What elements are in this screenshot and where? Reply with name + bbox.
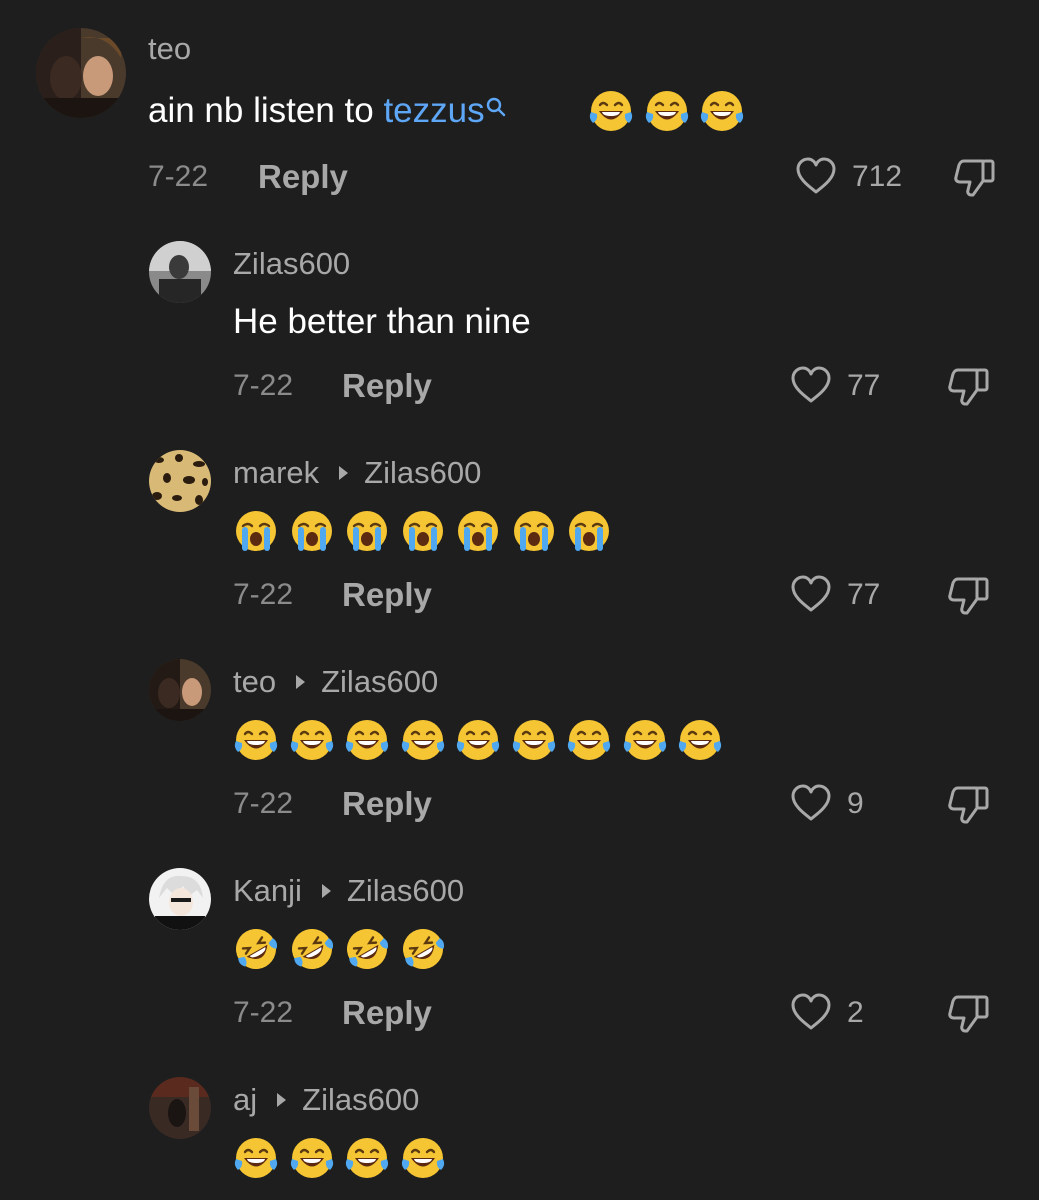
like-count: 9 [847, 787, 864, 820]
joy-emoji-icon [622, 717, 668, 763]
joy-emoji-icon [566, 717, 612, 763]
sob-emoji-icon [344, 508, 390, 554]
thumbs-down-outline-icon[interactable] [946, 989, 992, 1035]
joy-emoji-icon [289, 1135, 335, 1181]
comment-text: He better than nine [233, 302, 531, 341]
comment-author[interactable]: aj [233, 1082, 257, 1117]
joy-emoji-icon [644, 88, 690, 134]
comment-date: 7-22 [148, 160, 209, 193]
sob-emoji-icon [289, 508, 335, 554]
rofl-emoji-icon [233, 926, 279, 972]
sob-emoji-icon [233, 508, 279, 554]
comment-author[interactable]: marek [233, 455, 319, 490]
avatar[interactable] [149, 450, 211, 512]
triangle-right-icon [296, 675, 306, 690]
like-count: 77 [847, 578, 881, 611]
emoji-row [233, 508, 622, 554]
heart-outline-icon[interactable] [788, 362, 834, 408]
thumbs-down-outline-icon[interactable] [946, 780, 992, 826]
heart-outline-icon[interactable] [788, 571, 834, 617]
triangle-right-icon [277, 1093, 287, 1108]
emoji-row [233, 717, 733, 763]
joy-emoji-icon [511, 717, 557, 763]
joy-emoji-icon [289, 717, 335, 763]
avatar[interactable] [149, 1077, 211, 1139]
like-count: 77 [847, 369, 881, 402]
like-count: 712 [852, 160, 903, 193]
comment-author[interactable]: Zilas600 [233, 248, 350, 279]
heart-outline-icon[interactable] [793, 153, 839, 199]
reply-to-user[interactable]: Zilas600 [321, 664, 438, 699]
joy-emoji-icon [677, 717, 723, 763]
sob-emoji-icon [511, 508, 557, 554]
comment-date: 7-22 [233, 369, 294, 402]
mention-link[interactable]: tezzus [383, 91, 484, 130]
comment-header: marek Zilas600 [233, 457, 481, 488]
reply-to-user[interactable]: Zilas600 [347, 873, 464, 908]
avatar[interactable] [149, 241, 211, 303]
avatar[interactable] [36, 28, 126, 118]
reply-to-user[interactable]: Zilas600 [302, 1082, 419, 1117]
joy-emoji-icon [233, 1135, 279, 1181]
reply-to-user[interactable]: Zilas600 [364, 455, 481, 490]
reply-button[interactable]: Reply [342, 787, 432, 820]
avatar[interactable] [149, 659, 211, 721]
sob-emoji-icon [455, 508, 501, 554]
search-icon[interactable] [485, 89, 507, 124]
reply-button[interactable]: Reply [342, 369, 432, 402]
avatar[interactable] [149, 868, 211, 930]
comment-header: Kanji Zilas600 [233, 875, 464, 906]
joy-emoji-icon [400, 717, 446, 763]
comment-date: 7-22 [233, 578, 294, 611]
like-count: 2 [847, 996, 864, 1029]
joy-emoji-icon [699, 88, 745, 134]
reply-button[interactable]: Reply [342, 578, 432, 611]
rofl-emoji-icon [289, 926, 335, 972]
reply-button[interactable]: Reply [258, 160, 348, 193]
comment-date: 7-22 [233, 996, 294, 1029]
thumbs-down-outline-icon[interactable] [946, 571, 992, 617]
comment-text-prefix: ain nb listen to [148, 91, 384, 130]
joy-emoji-icon [344, 717, 390, 763]
thumbs-down-outline-icon[interactable] [946, 362, 992, 408]
sob-emoji-icon [400, 508, 446, 554]
comment-date: 7-22 [233, 787, 294, 820]
thumbs-down-outline-icon[interactable] [952, 153, 998, 199]
comment-author[interactable]: teo [148, 33, 191, 64]
heart-outline-icon[interactable] [788, 989, 834, 1035]
emoji-row [233, 1135, 455, 1181]
comment-author[interactable]: Kanji [233, 873, 302, 908]
joy-emoji-icon [455, 717, 501, 763]
rofl-emoji-icon [400, 926, 446, 972]
joy-emoji-icon [588, 88, 634, 134]
heart-outline-icon[interactable] [788, 780, 834, 826]
joy-emoji-icon [344, 1135, 390, 1181]
triangle-right-icon [339, 466, 349, 481]
emoji-row [588, 88, 755, 134]
reply-button[interactable]: Reply [342, 996, 432, 1029]
comment-header: aj Zilas600 [233, 1084, 419, 1115]
rofl-emoji-icon [344, 926, 390, 972]
joy-emoji-icon [400, 1135, 446, 1181]
sob-emoji-icon [566, 508, 612, 554]
emoji-row [233, 926, 455, 972]
comment-author[interactable]: teo [233, 664, 276, 699]
comment-header: teo Zilas600 [233, 666, 438, 697]
triangle-right-icon [321, 884, 331, 899]
joy-emoji-icon [233, 717, 279, 763]
comment-text: ain nb listen to tezzus [148, 93, 509, 128]
